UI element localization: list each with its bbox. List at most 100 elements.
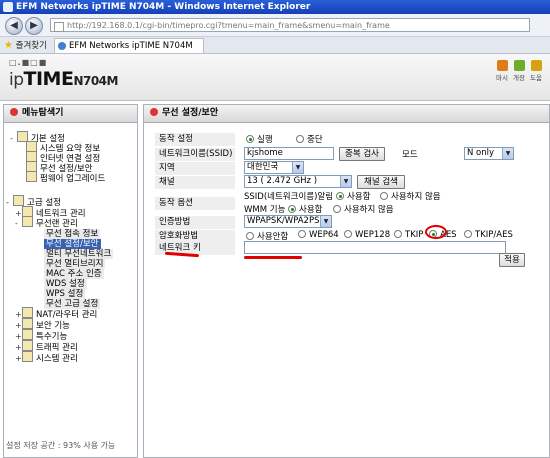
enc-wep64-radio[interactable] (298, 230, 306, 238)
router-header: □.■□■ ipTIMEN704M 마시 개장 도움 (0, 54, 550, 101)
logo-dots: □.■□■ (9, 58, 48, 67)
logo-time: TIME (23, 68, 74, 90)
apply-button[interactable]: 적용 (499, 253, 525, 267)
enc-tkipaes-option[interactable]: TKIP/AES (464, 230, 513, 240)
wmm-on-radio[interactable] (288, 205, 296, 213)
window-titlebar: EFM Networks ipTIME N704M - Windows Inte… (0, 0, 550, 14)
ssid-on-radio[interactable] (336, 192, 344, 200)
minus-icon: - (6, 198, 9, 207)
op-run-radio[interactable] (246, 135, 254, 143)
chevron-down-icon: ▼ (340, 176, 351, 187)
op-stop-option[interactable]: 중단 (296, 133, 323, 145)
logo-ip: ip (9, 70, 24, 90)
auth-select[interactable]: WPAPSK/WPA2PSK ▼ (244, 215, 332, 228)
ssid-off-label: 사용하지 않음 (391, 192, 441, 202)
wmm-off-radio[interactable] (333, 205, 341, 213)
menu-system[interactable]: + 시스템 관리 (15, 351, 78, 364)
folder-icon (13, 195, 24, 206)
config-icon[interactable]: 개장 (512, 60, 526, 82)
folder-icon (22, 340, 33, 351)
menu-system-label: 시스템 관리 (36, 354, 78, 364)
help-icon-square (530, 60, 542, 71)
tab-page[interactable]: EFM Networks ipTIME N704M (54, 38, 204, 53)
menu-item-label: 펌웨어 업그레이드 (40, 174, 106, 184)
doc-icon (26, 171, 37, 182)
help-icon[interactable]: 도움 (529, 60, 543, 82)
address-text: http://192.168.0.1/cgi-bin/timepro.cgi?t… (67, 21, 390, 30)
enc-none-radio[interactable] (246, 232, 254, 240)
browser-toolbar: ◀ ▶ http://192.168.0.1/cgi-bin/timepro.c… (0, 14, 550, 37)
channel-select[interactable]: 13 ( 2.472 GHz ) ▼ (244, 175, 352, 188)
mode-select[interactable]: N only ▼ (464, 147, 514, 160)
forward-icon[interactable]: ▶ (25, 17, 43, 35)
pin-icon (150, 108, 158, 116)
logo-model: N704M (73, 74, 118, 88)
favorites-button[interactable]: ★ 즐겨찾기 (4, 39, 47, 51)
network-key-input[interactable] (244, 241, 506, 254)
content-title: 무선 설정/보안 (162, 108, 219, 118)
favorites-star-icon: ★ (4, 40, 13, 51)
enc-tkip-radio[interactable] (394, 230, 402, 238)
ssid-broadcast-label: SSID(네트워크이름)알림 (244, 192, 334, 202)
options-label: 동작 옵션 (155, 197, 235, 210)
wmm-on-option[interactable]: 사용함 (288, 203, 322, 215)
channel-scan-button[interactable]: 채널 검색 (357, 175, 405, 189)
back-icon[interactable]: ◀ (5, 17, 23, 35)
chevron-down-icon: ▼ (320, 216, 331, 227)
region-value: 대한민국 (247, 162, 279, 172)
ie-icon (3, 2, 13, 12)
wmm-off-option[interactable]: 사용하지 않음 (333, 203, 394, 215)
auth-label: 인증방법 (155, 216, 235, 229)
info-icon-label: 마시 (496, 74, 508, 82)
ssid-on-option[interactable]: 사용함 (336, 190, 370, 202)
info-icon-square (496, 60, 508, 71)
channel-label: 채널 (155, 176, 235, 189)
wmm-off-label: 사용하지 않음 (344, 205, 394, 215)
wmm-label: WMM 기능 (244, 205, 286, 215)
menu-title: 메뉴탐색기 (22, 108, 64, 118)
address-bar[interactable]: http://192.168.0.1/cgi-bin/timepro.cgi?t… (50, 18, 530, 32)
favorites-label: 즐겨찾기 (15, 41, 47, 51)
op-run-option[interactable]: 실행 (246, 133, 273, 145)
config-icon-label: 개장 (513, 74, 525, 82)
channel-value: 13 ( 2.472 GHz ) (247, 176, 318, 186)
tab-bar: ★ 즐겨찾기 EFM Networks ipTIME N704M (0, 37, 550, 54)
ssid-on-label: 사용함 (347, 192, 371, 202)
folder-icon (22, 307, 33, 318)
plus-icon: + (15, 354, 22, 363)
menu-header: 메뉴탐색기 (4, 105, 137, 123)
region-select[interactable]: 대한민국 ▼ (244, 161, 304, 174)
ssid-off-radio[interactable] (380, 192, 388, 200)
lock-icon (22, 318, 33, 329)
content-header: 무선 설정/보안 (144, 105, 549, 123)
chevron-down-icon: ▼ (292, 162, 303, 173)
enc-tkip-label: TKIP (405, 230, 424, 240)
iptime-logo: ipTIMEN704M (9, 68, 118, 90)
ssid-input[interactable]: kjshome (244, 147, 334, 160)
enc-wep64-option[interactable]: WEP64 (298, 230, 339, 240)
ssid-off-option[interactable]: 사용하지 않음 (380, 190, 441, 202)
region-label: 지역 (155, 162, 235, 175)
dup-check-button[interactable]: 중복 검사 (339, 147, 385, 161)
folder-icon (22, 329, 33, 340)
enc-wep128-option[interactable]: WEP128 (344, 230, 390, 240)
enc-wep64-label: WEP64 (309, 230, 339, 240)
annotation-underline-key (244, 256, 302, 259)
page-icon (54, 22, 64, 32)
op-stop-label: 중단 (307, 135, 323, 145)
op-run-label: 실행 (257, 135, 273, 145)
folder-icon (22, 216, 33, 227)
mode-value: N only (467, 148, 495, 158)
enc-tkip-option[interactable]: TKIP (394, 230, 423, 240)
wmm-on-label: 사용함 (299, 205, 323, 215)
ssid-label: 네트워크이름(SSID) (155, 148, 235, 161)
info-icon[interactable]: 마시 (495, 60, 509, 82)
help-icon-label: 도움 (530, 74, 542, 82)
enc-tkipaes-label: TKIP/AES (475, 230, 513, 240)
storage-status: 설정 저장 공간 : 93% 사용 가능 (6, 441, 116, 450)
minus-icon: - (15, 219, 18, 228)
enc-tkipaes-radio[interactable] (464, 230, 472, 238)
enc-wep128-radio[interactable] (344, 230, 352, 238)
menu-item-firmware[interactable]: 펌웨어 업그레이드 (26, 171, 105, 184)
op-stop-radio[interactable] (296, 135, 304, 143)
